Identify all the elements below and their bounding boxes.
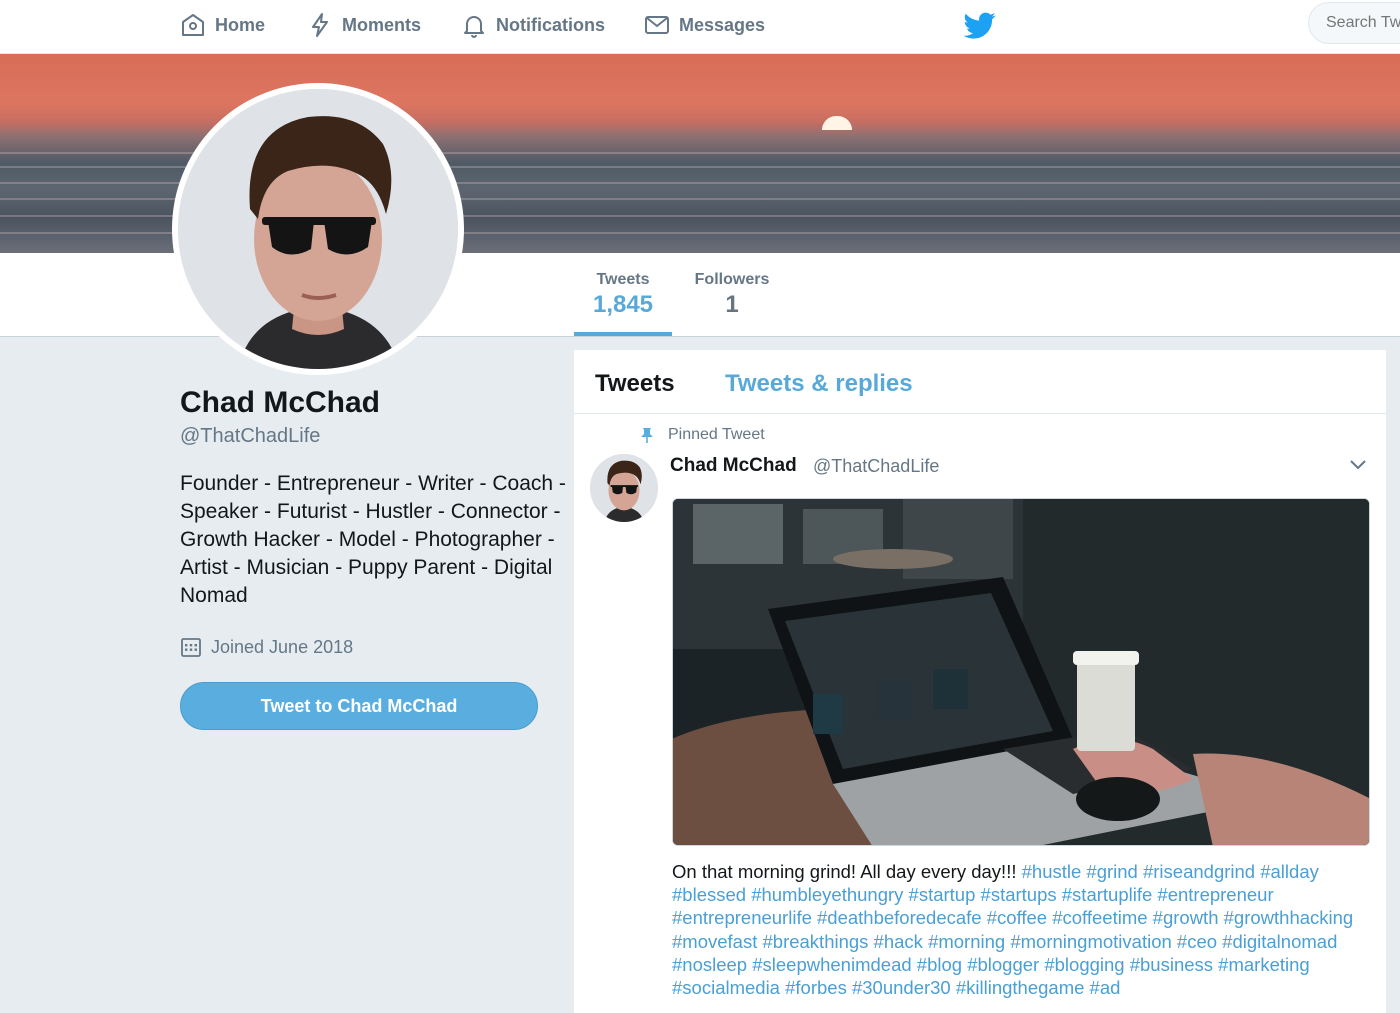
nav-home-label: Home: [215, 14, 266, 35]
home-icon: [182, 14, 204, 36]
sunset-sun: [822, 116, 852, 130]
bell-icon: [464, 16, 484, 38]
search-input[interactable]: [1308, 2, 1400, 44]
avatar-portrait: [178, 89, 458, 369]
stat-tweets-value: 1,845: [592, 291, 654, 318]
pinned-tweet-label: Pinned Tweet: [638, 426, 765, 444]
nav-messages-label: Messages: [679, 14, 766, 35]
nav-moments[interactable]: Moments: [307, 10, 421, 40]
pinned-label-text: Pinned Tweet: [668, 426, 765, 443]
nav-notifications-label: Notifications: [496, 14, 606, 35]
timeline: Tweets Tweets & replies Pinned Tweet Cha…: [574, 350, 1386, 1013]
stat-followers-value: 1: [725, 291, 739, 318]
twitter-bird-icon[interactable]: [964, 9, 996, 41]
tweet-author-avatar[interactable]: [590, 454, 658, 522]
nav-notifications[interactable]: Notifications: [461, 10, 605, 40]
tweet-text: On that morning grind! All day every day…: [672, 860, 1372, 999]
chevron-down-icon[interactable]: [1348, 458, 1368, 472]
profile-name: Chad McChad: [180, 386, 381, 419]
tab-tweets-replies[interactable]: Tweets & replies: [725, 370, 913, 398]
nav-messages[interactable]: Messages: [644, 10, 765, 40]
tweet-to-button[interactable]: Tweet to Chad McChad: [180, 682, 538, 730]
pin-icon: [641, 428, 653, 443]
profile-joined-label: Joined June 2018: [211, 636, 354, 657]
lightning-icon: [312, 13, 328, 37]
tweet-author-handle[interactable]: @ThatChadLife: [813, 456, 939, 477]
tweet-author-name[interactable]: Chad McChad: [670, 455, 797, 477]
stat-followers[interactable]: Followers 1: [690, 271, 774, 319]
top-nav: Home Moments Notifications Messages: [0, 0, 1400, 54]
nav-home[interactable]: Home: [180, 10, 265, 40]
tweet-avatar-portrait: [590, 454, 658, 522]
nav-moments-label: Moments: [342, 14, 422, 35]
profile-handle[interactable]: @ThatChadLife: [180, 425, 320, 448]
calendar-icon: [181, 638, 201, 657]
laptop-cafe-photo: [673, 499, 1369, 845]
timeline-tabs: Tweets Tweets & replies: [574, 350, 1386, 414]
profile-avatar[interactable]: [172, 83, 464, 375]
tweet-text-body: On that morning grind! All day every day…: [672, 861, 1017, 882]
tab-tweets[interactable]: Tweets: [595, 370, 675, 398]
profile-joined: Joined June 2018: [180, 636, 353, 658]
stat-tweets[interactable]: Tweets 1,845: [574, 271, 672, 336]
stat-tweets-label: Tweets: [596, 271, 650, 288]
envelope-icon: [645, 16, 669, 34]
tweet-media-image[interactable]: [672, 498, 1370, 846]
profile-bio: Founder - Entrepreneur - Writer - Coach …: [180, 472, 566, 607]
stat-followers-label: Followers: [694, 271, 770, 288]
